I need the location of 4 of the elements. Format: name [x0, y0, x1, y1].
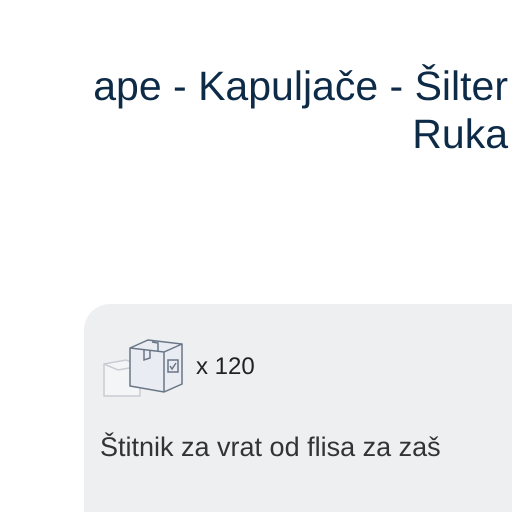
product-description: Štitnik za vrat od flisa za zaš: [100, 432, 442, 463]
quantity-label: x 120: [196, 353, 255, 381]
page-title: ape - Kapuljače - Šilter: [93, 62, 508, 110]
page-title: Ruka: [412, 110, 508, 158]
